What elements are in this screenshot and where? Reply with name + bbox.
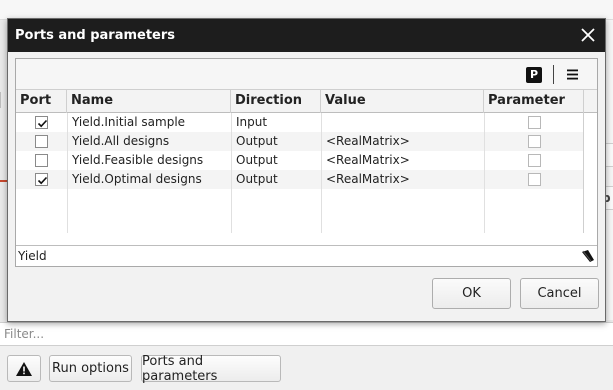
column-header-direction[interactable]: Direction <box>231 90 321 113</box>
table-filter-input[interactable] <box>16 246 576 266</box>
run-options-button[interactable]: Run options <box>49 355 132 382</box>
row-name: Yield.Feasible designs <box>72 153 204 167</box>
port-checkbox[interactable] <box>35 154 48 167</box>
dialog-titlebar: Ports and parameters <box>8 19 605 52</box>
parameter-checkbox[interactable] <box>528 173 541 186</box>
column-header-port[interactable]: Port <box>16 90 67 113</box>
scrollbar-divider <box>583 113 584 233</box>
dialog-title: Ports and parameters <box>15 28 176 43</box>
table-row[interactable]: Yield.Optimal designs Output <RealMatrix… <box>16 170 583 189</box>
menu-icon[interactable] <box>566 68 579 81</box>
row-direction: Output <box>236 153 278 167</box>
column-divider <box>321 113 322 233</box>
clear-filter-brush-icon[interactable] <box>581 249 595 263</box>
table-row[interactable]: Yield.All designs Output <RealMatrix> <box>16 132 583 151</box>
port-checkbox[interactable] <box>35 135 48 148</box>
column-header-parameter[interactable]: Parameter <box>484 90 584 113</box>
ports-table-panel: P Port Name Direction Value Parameter Yi… <box>15 58 598 267</box>
row-name: Yield.All designs <box>72 134 170 148</box>
row-direction: Output <box>236 172 278 186</box>
checkmark-icon <box>37 176 48 185</box>
column-header-name[interactable]: Name <box>67 90 231 113</box>
parameter-toggle-icon[interactable]: P <box>526 67 542 83</box>
row-name: Yield.Optimal designs <box>72 172 202 186</box>
table-body: Yield.Initial sample Input Yield.All des… <box>16 113 597 233</box>
close-button[interactable] <box>575 23 601 47</box>
row-value: <RealMatrix> <box>326 134 410 148</box>
parameter-checkbox[interactable] <box>528 154 541 167</box>
table-filter-bar <box>16 245 597 266</box>
bottom-toolbar: Run options Ports and parameters <box>0 346 613 390</box>
warning-button[interactable] <box>7 355 41 382</box>
row-value: <RealMatrix> <box>326 153 410 167</box>
table-row[interactable]: Yield.Feasible designs Output <RealMatri… <box>16 151 583 170</box>
checkmark-icon <box>37 119 48 128</box>
cancel-button[interactable]: Cancel <box>520 278 599 309</box>
parameter-checkbox[interactable] <box>528 135 541 148</box>
app-top-strip <box>0 0 613 20</box>
column-divider <box>231 113 232 233</box>
ok-button[interactable]: OK <box>432 278 511 309</box>
app-left-marker <box>0 180 7 182</box>
filter-bar <box>0 322 613 346</box>
warning-icon <box>16 361 32 376</box>
row-direction: Input <box>236 115 268 129</box>
row-name: Yield.Initial sample <box>72 115 186 129</box>
column-divider <box>67 113 68 233</box>
table-toolbar: P <box>16 59 597 90</box>
table-row[interactable]: Yield.Initial sample Input <box>16 113 583 132</box>
port-checkbox[interactable] <box>35 173 48 186</box>
close-icon <box>581 28 595 42</box>
row-value: <RealMatrix> <box>326 172 410 186</box>
port-checkbox[interactable] <box>35 116 48 129</box>
column-header-value[interactable]: Value <box>321 90 484 113</box>
parameter-checkbox[interactable] <box>528 116 541 129</box>
row-direction: Output <box>236 134 278 148</box>
toolbar-separator <box>553 65 554 84</box>
ports-and-parameters-dialog: Ports and parameters P Port Name Directi… <box>7 18 606 322</box>
ports-and-parameters-button[interactable]: Ports and parameters <box>141 354 281 384</box>
table-header: Port Name Direction Value Parameter <box>16 90 597 113</box>
filter-input[interactable] <box>0 323 613 345</box>
column-divider <box>484 113 485 233</box>
